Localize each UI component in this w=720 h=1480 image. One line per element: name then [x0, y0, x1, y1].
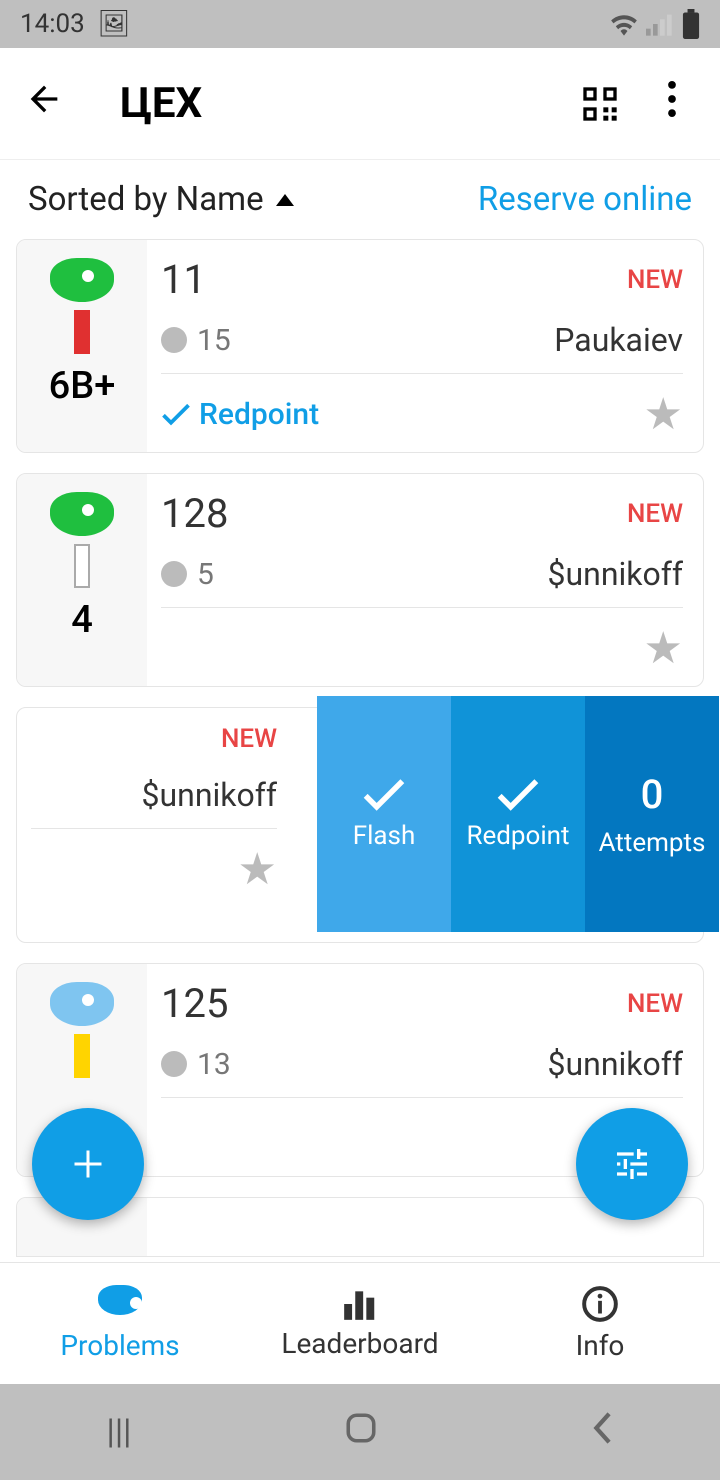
setter-name: Paukaiev	[554, 321, 683, 359]
setter-name: $unnikoff	[548, 1045, 683, 1083]
problem-card[interactable]: 6B+ 11 NEW 15 Paukaiev Redpoint ★	[16, 239, 704, 453]
setter-name: $unnikoff	[548, 555, 683, 593]
dots-vertical-icon	[668, 81, 676, 117]
problem-name: 125	[161, 980, 228, 1027]
check-icon	[496, 777, 540, 811]
problem-grade-column: 6B+	[17, 240, 147, 452]
back-button[interactable]	[591, 1411, 613, 1454]
redpoint-button[interactable]: Redpoint	[451, 696, 585, 932]
status-bar: 14:03 🖼	[0, 0, 720, 48]
setter-name: $unnikoff	[142, 776, 277, 814]
triangle-up-icon	[276, 194, 294, 206]
recents-button[interactable]: |||	[107, 1412, 132, 1452]
favorite-button[interactable]: ★	[644, 622, 683, 674]
status-icons	[610, 9, 700, 39]
problem-card-swiped[interactable]: NEW $unnikoff ★ Flash Redpoint 0 Attempt…	[16, 707, 704, 943]
attempts-button[interactable]: 0 Attempts	[585, 696, 719, 932]
problem-name: 11	[161, 256, 206, 303]
status-time: 14:03 🖼	[20, 9, 131, 39]
sort-row: Sorted by Name Reserve online	[0, 160, 720, 239]
hold-icon	[50, 492, 114, 536]
problem-grade: 4	[71, 598, 93, 642]
hold-icon	[98, 1285, 142, 1315]
sort-button[interactable]: Sorted by Name	[28, 180, 294, 219]
flash-button[interactable]: Flash	[317, 696, 451, 932]
hold-icon	[50, 982, 114, 1026]
tape-icon	[74, 1034, 90, 1078]
nav-info[interactable]: Info	[480, 1263, 720, 1384]
ascents-count: 13	[161, 1047, 231, 1082]
system-nav: |||	[0, 1384, 720, 1480]
new-badge: NEW	[627, 265, 683, 295]
hold-icon	[50, 258, 114, 302]
ascents-count: 5	[161, 557, 214, 592]
attempts-count: 0	[641, 771, 664, 818]
tick-label[interactable]: Redpoint	[161, 397, 319, 432]
tape-icon	[74, 310, 90, 354]
app-bar: ЦЕХ	[0, 48, 720, 160]
compass-icon	[161, 1051, 187, 1077]
filter-fab[interactable]	[576, 1108, 688, 1220]
problem-grade-column: 4	[17, 474, 147, 686]
new-badge: NEW	[627, 989, 683, 1019]
signal-icon	[646, 12, 674, 36]
qr-icon	[580, 84, 620, 124]
tune-icon	[612, 1144, 652, 1184]
new-badge: NEW	[627, 499, 683, 529]
favorite-button[interactable]: ★	[238, 843, 277, 895]
check-icon	[161, 402, 191, 426]
compass-icon	[161, 327, 187, 353]
plus-icon	[70, 1146, 106, 1182]
problem-card[interactable]: 4 128 NEW 5 $unnikoff ★	[16, 473, 704, 687]
qr-button[interactable]	[576, 80, 624, 128]
tape-icon	[74, 544, 90, 588]
new-badge: NEW	[221, 724, 277, 754]
compass-icon	[161, 561, 187, 587]
problem-name: 128	[161, 490, 228, 537]
favorite-button[interactable]: ★	[644, 388, 683, 440]
problem-grade: 6B+	[49, 364, 116, 408]
back-button[interactable]	[24, 79, 72, 129]
home-button[interactable]	[344, 1411, 378, 1454]
add-fab[interactable]	[32, 1108, 144, 1220]
info-icon	[581, 1285, 619, 1323]
overflow-menu-button[interactable]	[648, 81, 696, 126]
nav-problems[interactable]: Problems	[0, 1263, 240, 1384]
bar-chart-icon	[341, 1287, 379, 1321]
bottom-nav: Problems Leaderboard Info	[0, 1262, 720, 1384]
swipe-actions: Flash Redpoint 0 Attempts	[317, 696, 719, 932]
check-icon	[362, 777, 406, 811]
battery-icon	[682, 9, 700, 39]
nav-leaderboard[interactable]: Leaderboard	[240, 1263, 480, 1384]
reserve-link[interactable]: Reserve online	[478, 180, 692, 219]
wifi-icon	[610, 12, 638, 36]
page-title: ЦЕХ	[120, 79, 576, 128]
ascents-count: 15	[161, 323, 231, 358]
